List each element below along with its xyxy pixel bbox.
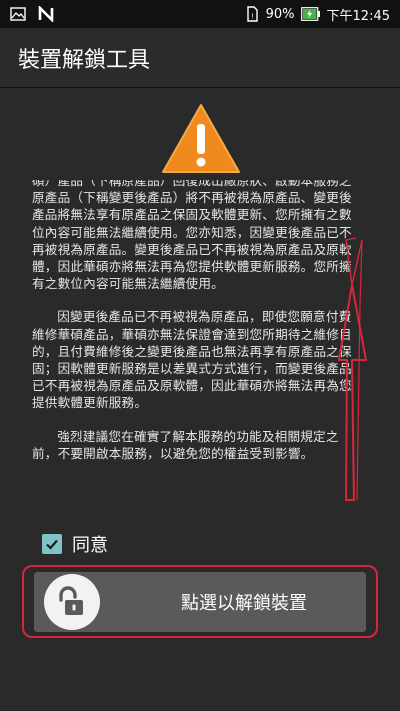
unlock-button-label: 點選以解鎖裝置 [181, 593, 307, 614]
battery-charging-icon [300, 7, 321, 21]
agree-label: 同意 [72, 535, 108, 556]
status-time: 下午12:45 [326, 8, 390, 24]
image-icon [10, 6, 26, 22]
disclaimer-paragraph-3: 強烈建議您在確實了解本服務的功能及相關規定之前，不要開啟本服務，以避免您的權益受… [32, 428, 339, 461]
disclaimer-paragraph-2: 因變更後產品已不再被視為原產品，即使您願意付費維修華碩產品，華碩亦無法保證會達到… [32, 309, 352, 411]
page-title: 裝置解鎖工具 [18, 47, 151, 73]
disclaimer-paragraph-1: 碩）產品（下稱原產品）回復成出廠原狀、啟動本服務之原產品（下稱變更後產品）將不再… [32, 180, 352, 292]
status-right: ! 90% 下午12:45 [244, 5, 390, 24]
battery-percent: 90% [265, 6, 295, 22]
unlock-padlock-icon [44, 574, 100, 630]
warning-triangle-icon [160, 102, 242, 176]
svg-text:!: ! [251, 13, 254, 21]
agree-checkbox-row[interactable]: 同意 [42, 530, 108, 558]
sim-card-icon: ! [244, 6, 260, 22]
status-left [10, 4, 54, 24]
checkmark-icon [46, 539, 58, 550]
app-bar: 裝置解鎖工具 [0, 28, 400, 88]
n-notification-icon [38, 4, 54, 24]
unlock-device-button[interactable]: 點選以解鎖裝置 [34, 572, 366, 632]
agree-checkbox[interactable] [42, 534, 62, 554]
status-bar: ! 90% 下午12:45 [0, 0, 400, 28]
